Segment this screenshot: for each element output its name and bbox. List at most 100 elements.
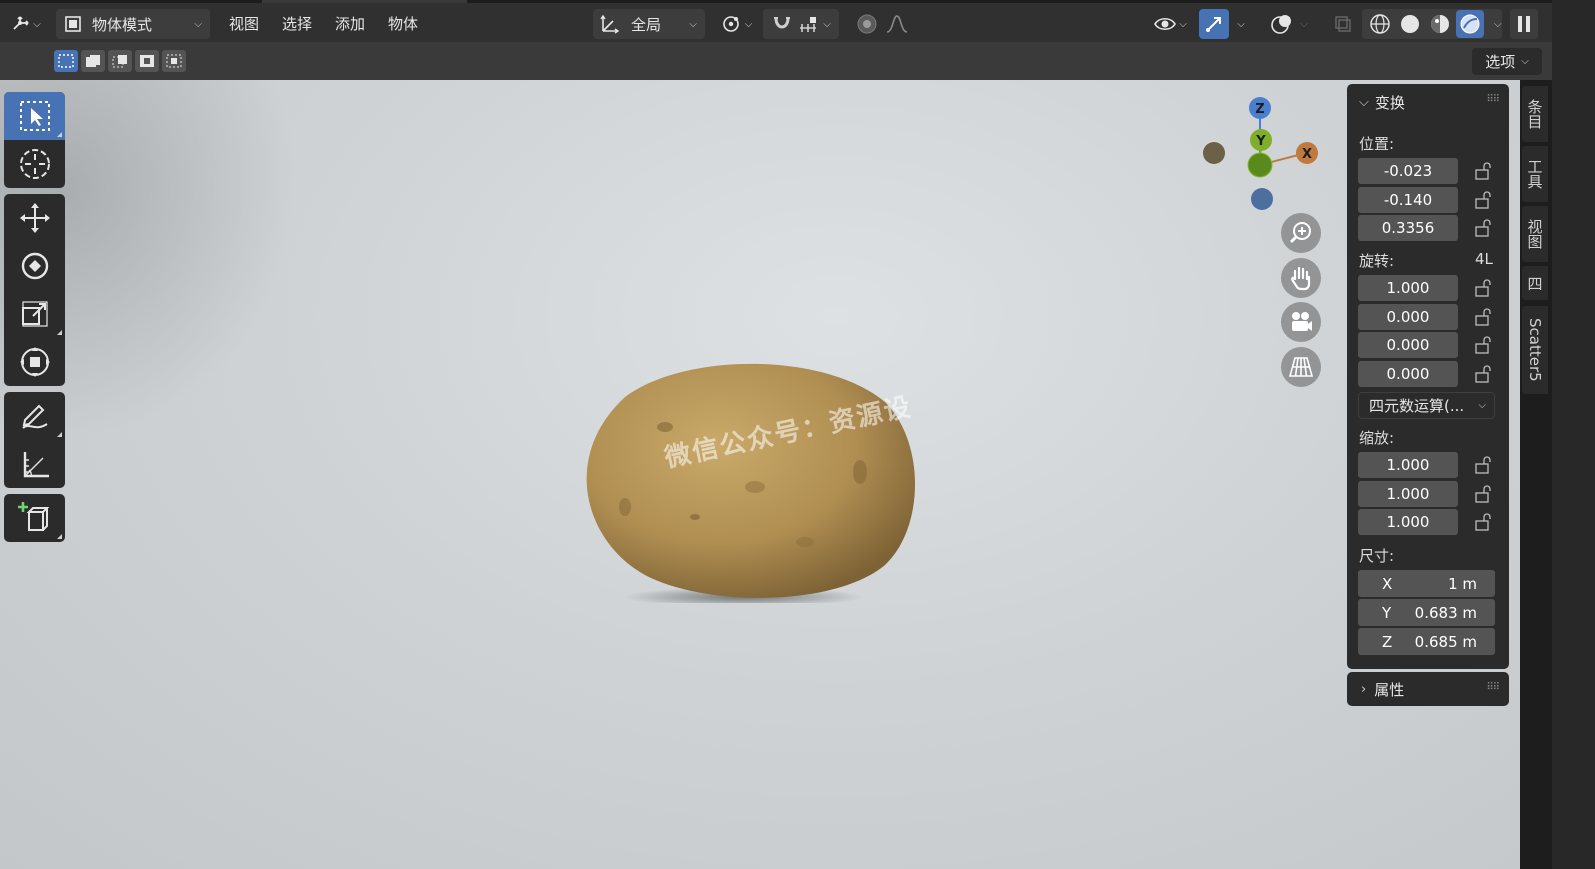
falloff-curve-icon[interactable] bbox=[885, 13, 909, 35]
menu-view[interactable]: 视图 bbox=[229, 13, 259, 34]
rotation-y-field[interactable]: 0.000 bbox=[1358, 332, 1458, 358]
select-invert-button[interactable] bbox=[135, 50, 159, 72]
rendered-shading-button[interactable] bbox=[1456, 10, 1484, 38]
transform-orientation-select[interactable]: 全局 ⌵ bbox=[593, 9, 705, 39]
orientation-label: 全局 bbox=[631, 15, 662, 34]
gizmo-y-label: Y bbox=[1255, 134, 1266, 149]
tab-view[interactable]: 视图 bbox=[1522, 206, 1548, 262]
pan-button[interactable] bbox=[1281, 258, 1321, 298]
orientation-icon bbox=[600, 14, 620, 34]
menu-object[interactable]: 物体 bbox=[388, 13, 418, 34]
gizmo-dropdown[interactable]: ⌵ bbox=[1230, 9, 1252, 39]
lock-icon[interactable] bbox=[1474, 219, 1494, 237]
gizmo-neg-z[interactable] bbox=[1251, 188, 1273, 210]
select-intersect-button[interactable] bbox=[162, 50, 186, 72]
select-box-tool[interactable] bbox=[4, 92, 65, 140]
menu-add[interactable]: 添加 bbox=[335, 13, 365, 34]
camera-view-button[interactable] bbox=[1281, 302, 1321, 342]
rotation-z-field[interactable]: 0.000 bbox=[1358, 361, 1458, 387]
dimension-z-field[interactable]: Z 0.685 m bbox=[1358, 628, 1495, 655]
tab-item[interactable]: 条目 bbox=[1522, 86, 1548, 142]
lock-icon[interactable] bbox=[1474, 456, 1494, 474]
dimension-y-field[interactable]: Y 0.683 m bbox=[1358, 599, 1495, 626]
material-shading-button[interactable] bbox=[1426, 10, 1454, 38]
dimension-x-field[interactable]: X 1 m bbox=[1358, 570, 1495, 597]
measure-tool[interactable] bbox=[4, 440, 65, 488]
scale-tool[interactable] bbox=[4, 290, 65, 338]
location-x-field[interactable]: -0.023 bbox=[1358, 158, 1458, 184]
location-z-field[interactable]: 0.3356 bbox=[1358, 215, 1458, 241]
select-subtract-button[interactable] bbox=[108, 50, 132, 72]
drag-grip-icon[interactable]: ⠿⠿ bbox=[1486, 682, 1500, 693]
lock-icon[interactable] bbox=[1474, 308, 1494, 326]
visibility-button[interactable]: ⌵ bbox=[1148, 9, 1192, 39]
add-cube-tool[interactable] bbox=[4, 494, 65, 542]
solid-shading-button[interactable] bbox=[1396, 10, 1424, 38]
rotation-lock-4l[interactable]: 4L bbox=[1475, 250, 1493, 268]
left-toolbar bbox=[4, 92, 65, 548]
move-tool[interactable] bbox=[4, 194, 65, 242]
chevron-down-icon: ⌵ bbox=[1237, 18, 1245, 30]
gizmo-neg-x[interactable] bbox=[1203, 142, 1225, 164]
navigation-gizmo[interactable]: Y Z X bbox=[1196, 92, 1326, 217]
overlays-button[interactable]: ⌵ bbox=[1262, 9, 1316, 39]
xray-toggle[interactable] bbox=[1330, 9, 1356, 39]
pivot-point-button[interactable]: ⌵ bbox=[716, 9, 756, 39]
menu-select[interactable]: 选择 bbox=[282, 13, 312, 34]
xray-icon bbox=[1335, 16, 1351, 32]
chevron-down-icon[interactable]: ⌵ bbox=[1494, 19, 1502, 30]
select-extend-button[interactable] bbox=[81, 50, 105, 72]
lock-icon[interactable] bbox=[1474, 191, 1494, 209]
lock-icon[interactable] bbox=[1474, 365, 1494, 383]
select-new-button[interactable] bbox=[54, 50, 78, 72]
dimension-value: 0.683 m bbox=[1414, 604, 1477, 622]
add-cube-icon bbox=[17, 502, 49, 531]
material-sphere-icon bbox=[1431, 15, 1449, 33]
scale-x-field[interactable]: 1.000 bbox=[1358, 452, 1458, 478]
wireframe-shading-button[interactable] bbox=[1366, 10, 1394, 38]
cursor-tool[interactable] bbox=[4, 140, 65, 188]
options-dropdown[interactable]: 选项 ⌵ bbox=[1472, 48, 1542, 75]
chevron-down-icon: ⌵ bbox=[1300, 18, 1308, 30]
lock-icon[interactable] bbox=[1474, 279, 1494, 297]
rotation-mode-dropdown[interactable]: 四元数运算(... ⌵ bbox=[1358, 392, 1495, 419]
gizmo-toggle-button[interactable] bbox=[1199, 9, 1229, 39]
scale-y-field[interactable]: 1.000 bbox=[1358, 481, 1458, 507]
adjacent-editor-edge bbox=[1552, 0, 1595, 869]
zoom-button[interactable] bbox=[1281, 213, 1321, 253]
lock-icon[interactable] bbox=[1474, 513, 1494, 531]
lock-icon[interactable] bbox=[1474, 485, 1494, 503]
editor-type-button[interactable]: ⌵ bbox=[6, 9, 46, 39]
intersect-box-icon bbox=[166, 54, 182, 68]
lock-icon[interactable] bbox=[1474, 162, 1494, 180]
select-cursor-icon bbox=[19, 101, 50, 131]
pause-render-button[interactable] bbox=[1510, 9, 1538, 39]
perspective-toggle-button[interactable] bbox=[1281, 347, 1321, 387]
properties-panel-header[interactable]: › 属性 ⠿⠿ bbox=[1347, 672, 1509, 706]
drag-grip-icon[interactable]: ⠿⠿ bbox=[1486, 94, 1500, 105]
gizmo-neg-y[interactable] bbox=[1247, 152, 1273, 178]
chevron-down-icon: ⌵ bbox=[1478, 400, 1486, 411]
rotation-x-field[interactable]: 0.000 bbox=[1358, 304, 1458, 330]
snap-increment-icon[interactable] bbox=[797, 14, 819, 34]
overlays-icon bbox=[1271, 15, 1292, 34]
object-mode-icon bbox=[65, 16, 81, 32]
zoom-icon bbox=[1289, 222, 1311, 244]
transform-tool[interactable] bbox=[4, 338, 65, 386]
transform-panel-header[interactable]: ⌵ 变换 bbox=[1359, 92, 1405, 113]
magnet-icon[interactable] bbox=[771, 14, 793, 34]
rotate-tool[interactable] bbox=[4, 242, 65, 290]
tab-scatter5[interactable]: Scatter5 bbox=[1522, 306, 1548, 394]
location-y-field[interactable]: -0.140 bbox=[1358, 187, 1458, 213]
tab-four[interactable]: 四 bbox=[1522, 266, 1548, 300]
scale-z-field[interactable]: 1.000 bbox=[1358, 509, 1458, 535]
chevron-down-icon: ⌵ bbox=[689, 18, 697, 30]
tab-tool[interactable]: 工具 bbox=[1522, 146, 1548, 202]
rotation-w-field[interactable]: 1.000 bbox=[1358, 275, 1458, 301]
mode-select[interactable]: 物体模式 ⌵ bbox=[56, 9, 210, 39]
proportional-editing-icon[interactable] bbox=[855, 12, 879, 36]
lock-icon[interactable] bbox=[1474, 336, 1494, 354]
transform-icon bbox=[19, 347, 50, 377]
annotate-tool[interactable] bbox=[4, 392, 65, 440]
gizmo-arrow-icon bbox=[1206, 17, 1221, 32]
